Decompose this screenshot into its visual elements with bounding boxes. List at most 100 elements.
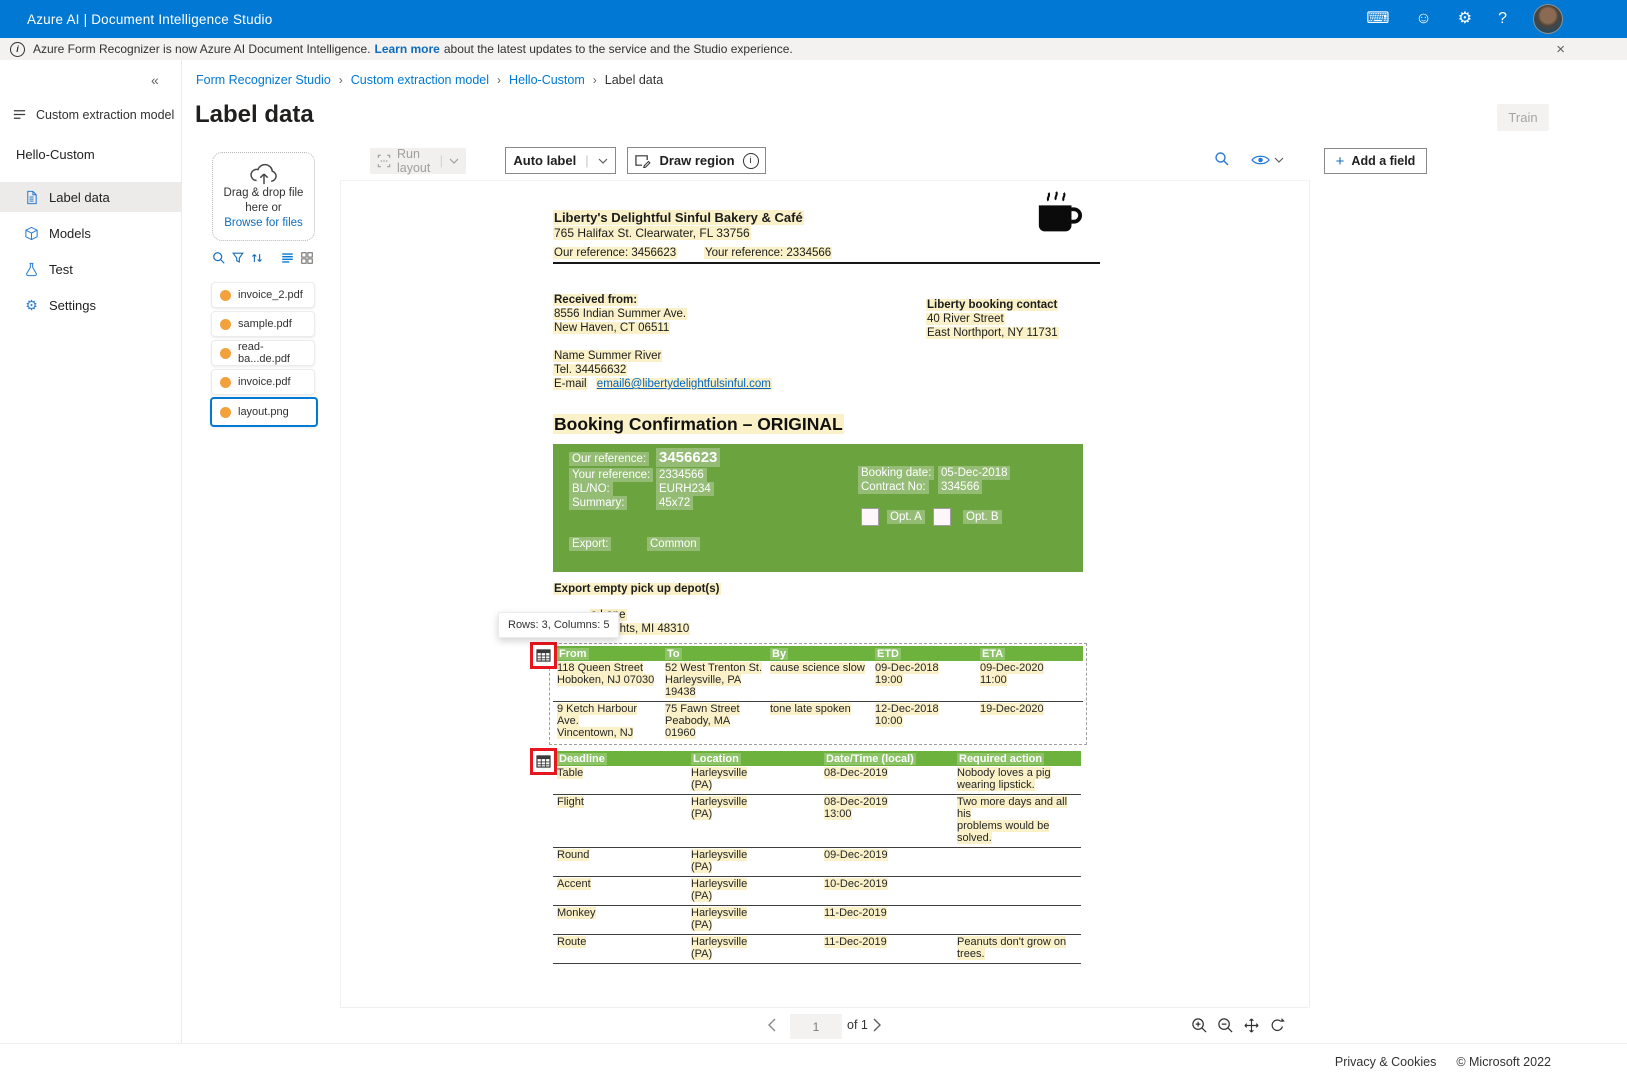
privacy-cookies-link[interactable]: Privacy & Cookies bbox=[1335, 1055, 1436, 1069]
sidebar-item-settings[interactable]: ⚙ Settings bbox=[0, 290, 181, 320]
breadcrumb-link-project[interactable]: Hello-Custom bbox=[509, 73, 585, 87]
pan-move-icon[interactable] bbox=[1243, 1017, 1260, 1034]
previous-page-icon[interactable] bbox=[768, 1018, 776, 1032]
sidebar-item-test[interactable]: Test bbox=[0, 254, 181, 284]
doc-booking-contact-title: Liberty booking contact bbox=[926, 299, 1059, 311]
document-viewer[interactable]: Liberty's Delightful Sinful Bakery & Caf… bbox=[340, 180, 1310, 1008]
table-cell: Route bbox=[557, 936, 587, 948]
table-cell: Round bbox=[557, 849, 590, 861]
train-button[interactable]: Train bbox=[1497, 104, 1549, 131]
file-item[interactable]: sample.pdf bbox=[211, 311, 315, 337]
run-layout-button[interactable]: Run layout | bbox=[370, 147, 466, 175]
auto-label-label: Auto label bbox=[513, 153, 577, 168]
breadcrumb-link-custom-extraction[interactable]: Custom extraction model bbox=[351, 73, 489, 87]
table-cell: Accent bbox=[557, 878, 591, 890]
filter-funnel-icon[interactable] bbox=[231, 251, 245, 265]
help-icon[interactable]: ? bbox=[1498, 11, 1507, 27]
list-view-icon[interactable] bbox=[280, 251, 295, 265]
table-cell: Harleysville (PA) bbox=[691, 936, 748, 960]
table-cell bbox=[953, 877, 1081, 906]
table-cell: 75 Fawn Street Peabody, MA 01960 bbox=[665, 703, 740, 739]
table-cell: Harleysville (PA) bbox=[691, 878, 748, 902]
sort-icon[interactable] bbox=[250, 251, 264, 265]
table-cell: 08-Dec-2019 bbox=[824, 767, 888, 779]
table-row: Table Harleysville (PA) 08-Dec-2019 Nobody … bbox=[553, 766, 1081, 795]
search-files-icon[interactable] bbox=[212, 251, 226, 265]
table-cell: 09-Dec-2019 bbox=[824, 849, 888, 861]
table-cell: 09-Dec-2020 11:00 bbox=[980, 662, 1044, 686]
info-icon[interactable]: i bbox=[742, 152, 759, 169]
page-title: Label data bbox=[195, 101, 314, 128]
keyboard-shortcuts-icon[interactable]: ⌨ bbox=[1366, 11, 1389, 27]
zoom-out-icon[interactable] bbox=[1217, 1017, 1234, 1034]
doc-contact-tel: Tel. 34456632 bbox=[553, 364, 628, 376]
rotate-icon[interactable] bbox=[1269, 1017, 1286, 1034]
doc-booking-contact-address2: East Northport, NY 11731 bbox=[926, 327, 1059, 339]
next-page-icon[interactable] bbox=[873, 1018, 881, 1032]
table-cell: tone late spoken bbox=[770, 703, 851, 715]
checkbox-opt-a[interactable] bbox=[861, 508, 879, 526]
doc-email-link[interactable]: email6@libertydelightfulsinful.com bbox=[595, 378, 772, 390]
sidebar-collapse-icon[interactable]: « bbox=[151, 72, 159, 88]
settings-gear-icon[interactable]: ⚙ bbox=[1458, 11, 1472, 27]
file-name: read-ba...de.pdf bbox=[238, 341, 290, 365]
search-document-icon[interactable] bbox=[1214, 151, 1230, 167]
deadline-table: Deadline Location Date/Time (local) Require… bbox=[553, 751, 1081, 964]
breadcrumb-link-studio[interactable]: Form Recognizer Studio bbox=[196, 73, 331, 87]
document-icon bbox=[24, 190, 39, 205]
table-cell: 10-Dec-2019 bbox=[824, 878, 888, 890]
file-item[interactable]: read-ba...de.pdf bbox=[211, 340, 315, 366]
page-number-input[interactable] bbox=[790, 1014, 842, 1039]
coffee-cup-logo-icon bbox=[1035, 189, 1083, 241]
field-value: 334566 bbox=[938, 480, 983, 494]
file-dropzone[interactable]: Drag & drop file here or Browse for file… bbox=[212, 152, 315, 241]
auto-label-button[interactable]: Auto label | bbox=[505, 147, 616, 174]
chevron-down-icon[interactable] bbox=[449, 158, 459, 164]
table-cell: Harleysville (PA) bbox=[691, 767, 748, 791]
table-row: Accent Harleysville (PA) 10-Dec-2019 bbox=[553, 877, 1081, 906]
file-name: invoice_2.pdf bbox=[238, 289, 303, 301]
dropzone-text-2: here or bbox=[245, 202, 282, 214]
feedback-smiley-icon[interactable]: ☺ bbox=[1415, 11, 1431, 27]
file-name: sample.pdf bbox=[238, 318, 292, 330]
banner-text-after: about the latest updates to the service … bbox=[443, 42, 793, 56]
table-marker-button-2[interactable] bbox=[530, 748, 557, 775]
info-icon: i bbox=[10, 41, 25, 57]
table-cell: 09-Dec-2018 19:00 bbox=[875, 662, 939, 686]
file-name: invoice.pdf bbox=[238, 376, 291, 388]
visibility-eye-icon[interactable] bbox=[1251, 154, 1270, 166]
depot-table: From To By ETD ETA 118 Queen Street Hoboken,… bbox=[553, 646, 1083, 742]
file-item[interactable]: invoice_2.pdf bbox=[211, 282, 315, 308]
chevron-down-icon[interactable] bbox=[598, 158, 608, 164]
column-header: ETA bbox=[976, 646, 1083, 661]
table-cell: Nobody loves a pig wearing lipstick. bbox=[957, 767, 1051, 791]
zoom-in-icon[interactable] bbox=[1191, 1017, 1208, 1034]
browse-files-link[interactable]: Browse for files bbox=[224, 216, 303, 231]
draw-region-button[interactable]: Draw region i bbox=[627, 147, 766, 174]
dropzone-text-1: Drag & drop file bbox=[223, 187, 304, 199]
file-item[interactable]: invoice.pdf bbox=[211, 369, 315, 395]
plus-icon: + bbox=[1335, 152, 1345, 170]
table-cell bbox=[953, 906, 1081, 935]
sidebar-item-models[interactable]: Models bbox=[0, 218, 181, 248]
column-header: From bbox=[553, 646, 661, 661]
user-avatar[interactable] bbox=[1533, 4, 1563, 34]
draw-region-icon bbox=[634, 153, 652, 168]
breadcrumb: Form Recognizer Studio › Custom extracti… bbox=[196, 73, 663, 87]
add-field-button[interactable]: + Add a field bbox=[1324, 148, 1427, 174]
file-status-dot-icon bbox=[220, 406, 231, 418]
file-name: layout.png bbox=[238, 406, 289, 418]
table-marker-button-1[interactable] bbox=[530, 642, 557, 669]
column-header: ETD bbox=[871, 646, 976, 661]
field-value: 05-Dec-2018 bbox=[938, 466, 1011, 480]
learn-more-link[interactable]: Learn more bbox=[375, 42, 440, 56]
doc-received-from-title: Received from: bbox=[553, 294, 639, 306]
grid-view-icon[interactable] bbox=[300, 251, 314, 265]
chevron-down-icon[interactable] bbox=[1274, 157, 1284, 163]
checkbox-opt-b[interactable] bbox=[933, 508, 951, 526]
sidebar-item-label-data[interactable]: Label data bbox=[0, 182, 181, 212]
add-field-label: Add a field bbox=[1351, 154, 1416, 168]
cloud-upload-icon bbox=[249, 163, 277, 185]
banner-close-icon[interactable]: × bbox=[1556, 41, 1565, 58]
file-item-selected[interactable]: layout.png bbox=[210, 397, 318, 427]
